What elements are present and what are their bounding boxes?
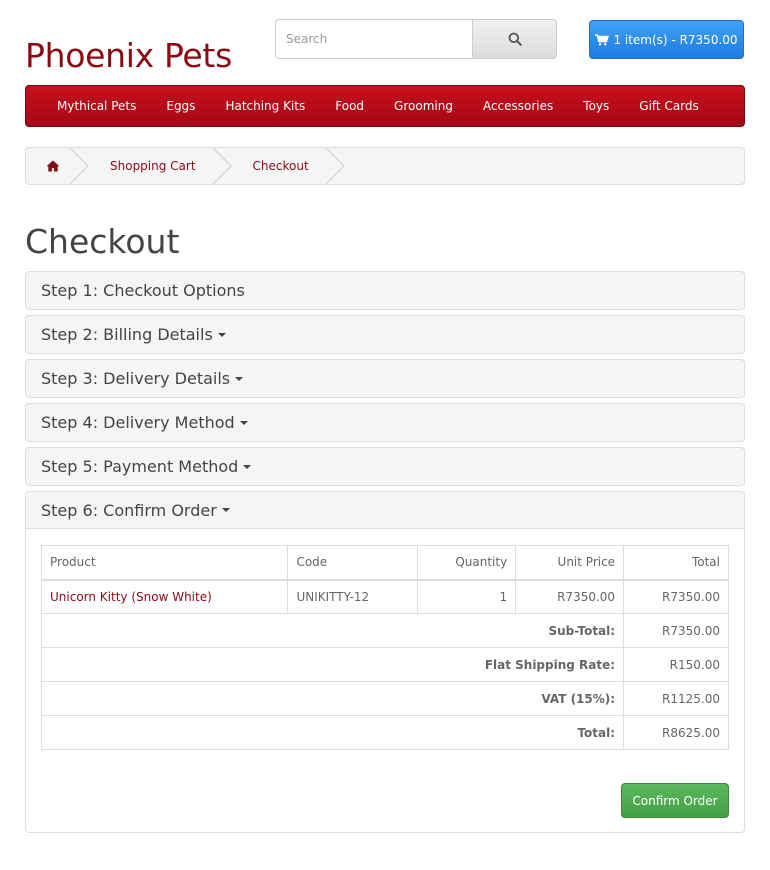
column-header: Code: [287, 545, 419, 581]
caret-down-icon: [235, 376, 244, 381]
step-5-panel: Step 5: Payment Method: [25, 447, 745, 486]
totals-row: Total: R8625.00: [40, 715, 729, 750]
breadcrumb-home[interactable]: [26, 148, 89, 184]
step-3-title: Step 3: Delivery Details: [41, 369, 231, 388]
totals-label: VAT (15%):: [40, 681, 625, 716]
totals-value: R7350.00: [623, 613, 729, 648]
caret-down-icon: [217, 332, 226, 337]
step-5-title: Step 5: Payment Method: [41, 457, 239, 476]
column-header: Total: [623, 545, 729, 581]
step-1-title: Step 1: Checkout Options: [41, 281, 245, 300]
menu-item-hatching-kits[interactable]: Hatching Kits: [210, 99, 320, 113]
menu-item-grooming[interactable]: Grooming: [379, 99, 468, 113]
order-table: Product Code Quantity Unit Price Total U…: [40, 545, 729, 750]
table-row: Unicorn Kitty (Snow White) UNIKITTY-12 1…: [40, 579, 729, 614]
step-1-heading: Step 1: Checkout Options: [26, 272, 744, 309]
step-1-panel: Step 1: Checkout Options: [25, 271, 745, 310]
step-2-panel: Step 2: Billing Details: [25, 315, 745, 354]
step-2-heading[interactable]: Step 2: Billing Details: [26, 316, 744, 353]
breadcrumb: Shopping Cart Checkout: [25, 147, 745, 185]
column-header: Product: [40, 545, 289, 581]
product-code: UNIKITTY-12: [287, 579, 419, 614]
step-3-heading[interactable]: Step 3: Delivery Details: [26, 360, 744, 397]
menu-item-food[interactable]: Food: [320, 99, 379, 113]
totals-value: R1125.00: [623, 681, 729, 716]
totals-value: R150.00: [623, 647, 729, 682]
home-icon: [46, 160, 60, 172]
search-input[interactable]: [275, 19, 472, 59]
breadcrumb-label: Shopping Cart: [110, 159, 196, 173]
step-4-heading[interactable]: Step 4: Delivery Method: [26, 404, 744, 441]
totals-label: Total:: [40, 715, 625, 750]
shopping-cart-icon: [595, 33, 610, 45]
store-logo[interactable]: Phoenix Pets: [25, 36, 232, 75]
menu-item-accessories[interactable]: Accessories: [468, 99, 568, 113]
totals-label: Sub-Total:: [40, 613, 625, 648]
breadcrumb-checkout[interactable]: Checkout: [223, 148, 345, 184]
step-4-panel: Step 4: Delivery Method: [25, 403, 745, 442]
search-button[interactable]: [472, 19, 557, 59]
product-total: R7350.00: [623, 579, 729, 614]
step-3-panel: Step 3: Delivery Details: [25, 359, 745, 398]
breadcrumb-separator: [325, 148, 345, 184]
totals-row: Sub-Total: R7350.00: [40, 613, 729, 648]
step-6-title: Step 6: Confirm Order: [41, 500, 217, 520]
totals-row: Flat Shipping Rate: R150.00: [40, 647, 729, 682]
caret-down-icon: [243, 464, 252, 469]
table-header-row: Product Code Quantity Unit Price Total: [40, 545, 729, 581]
step-6-heading[interactable]: Step 6: Confirm Order: [26, 492, 744, 529]
breadcrumb-label: Checkout: [252, 159, 309, 173]
menu-item-mythical-pets[interactable]: Mythical Pets: [42, 99, 151, 113]
breadcrumb-shopping-cart[interactable]: Shopping Cart: [80, 148, 232, 184]
totals-value: R8625.00: [623, 715, 729, 750]
caret-down-icon: [221, 508, 230, 512]
page-title: Checkout: [25, 222, 180, 261]
step-6-panel: Step 6: Confirm Order Product Code Quant…: [25, 491, 745, 833]
product-link[interactable]: Unicorn Kitty (Snow White): [50, 590, 212, 604]
column-header: Quantity: [417, 545, 517, 581]
cart-label: 1 item(s) - R7350.00: [613, 32, 738, 47]
product-quantity: 1: [417, 579, 517, 614]
menu-item-gift-cards[interactable]: Gift Cards: [624, 99, 714, 113]
search-bar: [275, 19, 557, 59]
confirm-order-button[interactable]: Confirm Order: [621, 783, 729, 818]
product-unit-price: R7350.00: [515, 579, 625, 614]
menu-item-toys[interactable]: Toys: [568, 99, 624, 113]
cart-button[interactable]: 1 item(s) - R7350.00: [589, 20, 744, 59]
step-2-title: Step 2: Billing Details: [41, 325, 213, 344]
main-menu: Mythical Pets Eggs Hatching Kits Food Gr…: [25, 85, 745, 127]
step-4-title: Step 4: Delivery Method: [41, 413, 235, 432]
search-icon: [508, 32, 522, 46]
totals-row: VAT (15%): R1125.00: [40, 681, 729, 716]
totals-label: Flat Shipping Rate:: [40, 647, 625, 682]
step-5-heading[interactable]: Step 5: Payment Method: [26, 448, 744, 485]
column-header: Unit Price: [515, 545, 625, 581]
caret-down-icon: [239, 420, 248, 425]
menu-item-eggs[interactable]: Eggs: [151, 99, 210, 113]
